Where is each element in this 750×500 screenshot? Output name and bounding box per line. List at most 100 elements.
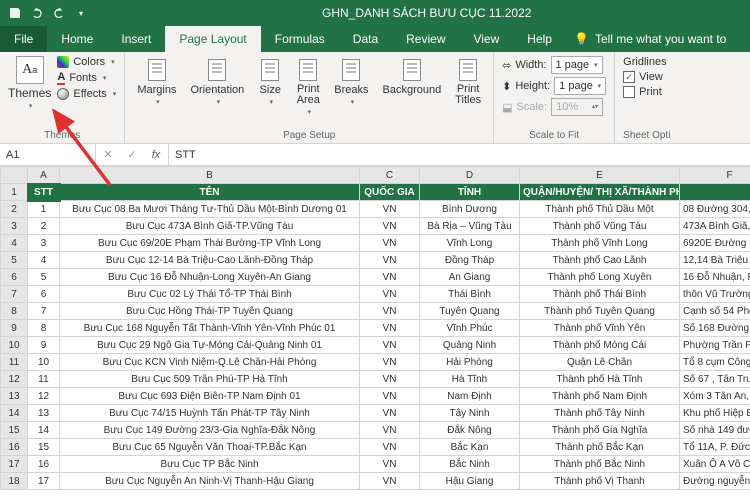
tab-view[interactable]: View <box>460 26 514 52</box>
row-header[interactable]: 6 <box>1 269 28 286</box>
cell[interactable]: Xuân Ô A Võ Cư <box>680 456 750 473</box>
cell[interactable]: Thành phố Long Xuyên <box>520 269 680 286</box>
cell[interactable]: VN <box>360 320 420 337</box>
cell[interactable]: 6920E Đường Ph <box>680 235 750 252</box>
row-header[interactable]: 1 <box>1 184 28 201</box>
cell[interactable]: Thành phố Nam Định <box>520 388 680 405</box>
cell[interactable]: 17 <box>28 473 60 490</box>
undo-icon[interactable] <box>26 2 48 24</box>
cell[interactable]: VN <box>360 286 420 303</box>
cell[interactable]: Bà Rịa – Vũng Tàu <box>420 218 520 235</box>
col-header-c[interactable]: C <box>360 167 420 184</box>
cell[interactable]: Quận Lê Chân <box>520 354 680 371</box>
margins-button[interactable]: Margins▾ <box>133 56 180 108</box>
cell[interactable]: Tổ 8 cụm Công <box>680 354 750 371</box>
cell[interactable]: VN <box>360 337 420 354</box>
redo-icon[interactable] <box>48 2 70 24</box>
cell[interactable]: Bưu Cục 168 Nguyễn Tất Thành-Vĩnh Yên-Vĩ… <box>60 320 360 337</box>
cell[interactable]: 8 <box>28 320 60 337</box>
cell[interactable]: Tây Ninh <box>420 405 520 422</box>
cell[interactable]: Bưu Cục 08 Ba Mươi Tháng Tư-Thủ Dầu Một-… <box>60 201 360 218</box>
cell[interactable]: Bưu Cục 509 Trần Phú-TP Hà Tĩnh <box>60 371 360 388</box>
print-area-button[interactable]: Print Area▾ <box>292 56 324 118</box>
cell[interactable]: 13 <box>28 405 60 422</box>
cell[interactable]: Bưu Cục Nguyễn An Ninh-Vị Thanh-Hậu Gian… <box>60 473 360 490</box>
cell[interactable]: VN <box>360 218 420 235</box>
name-box[interactable]: A1▾ <box>0 144 96 165</box>
fonts-button[interactable]: AFonts▾ <box>57 71 116 85</box>
row-header[interactable]: 14 <box>1 405 28 422</box>
row-header[interactable]: 9 <box>1 320 28 337</box>
cell[interactable]: VN <box>360 388 420 405</box>
cell[interactable]: VN <box>360 405 420 422</box>
row-header[interactable]: 17 <box>1 456 28 473</box>
orientation-button[interactable]: Orientation▾ <box>186 56 248 108</box>
cell[interactable]: Nam Định <box>420 388 520 405</box>
cell[interactable]: TÊN <box>60 184 360 201</box>
width-input[interactable]: 1 page▾ <box>551 56 603 74</box>
save-icon[interactable] <box>4 2 26 24</box>
cell[interactable]: 12,14 Bà Triệu K <box>680 252 750 269</box>
cell[interactable]: Hải Phòng <box>420 354 520 371</box>
cell[interactable]: 15 <box>28 439 60 456</box>
cell[interactable]: Quảng Ninh <box>420 337 520 354</box>
cell[interactable]: Bắc Ninh <box>420 456 520 473</box>
col-header-a[interactable]: A <box>28 167 60 184</box>
row-header[interactable]: 8 <box>1 303 28 320</box>
tab-insert[interactable]: Insert <box>107 26 165 52</box>
cell[interactable]: Bưu Cục KCN Vinh Niệm-Q.Lê Chân-Hải Phòn… <box>60 354 360 371</box>
col-header-b[interactable]: B <box>60 167 360 184</box>
spreadsheet-grid[interactable]: A B C D E F 1 STT TÊN QUỐC GIA TỈNH QUẬN… <box>0 166 750 496</box>
formula-input[interactable]: STT <box>169 144 750 165</box>
cell[interactable]: Số nhà 149 đườ <box>680 422 750 439</box>
select-all-corner[interactable] <box>1 167 28 184</box>
cell[interactable]: VN <box>360 456 420 473</box>
cell[interactable]: 2 <box>28 218 60 235</box>
cell[interactable]: QUẬN/HUYỆN/ THỊ XÃ/THÀNH PHỐ <box>520 184 680 201</box>
cell[interactable]: Thành phố Bắc Kạn <box>520 439 680 456</box>
cell[interactable]: Bình Dương <box>420 201 520 218</box>
cell[interactable]: Thành phố Tuyên Quang <box>520 303 680 320</box>
cell[interactable]: Số 168 Đường N <box>680 320 750 337</box>
cell[interactable]: VN <box>360 269 420 286</box>
cell[interactable]: Bưu Cục 473A Bình Giã-TP.Vũng Tàu <box>60 218 360 235</box>
col-header-d[interactable]: D <box>420 167 520 184</box>
cell[interactable]: 12 <box>28 388 60 405</box>
qat-customize-icon[interactable]: ▾ <box>70 2 92 24</box>
cell[interactable]: Thành phố Vị Thanh <box>520 473 680 490</box>
themes-button[interactable]: Aa Themes▾ <box>8 56 51 110</box>
tab-data[interactable]: Data <box>339 26 392 52</box>
cell[interactable]: Thành phố Móng Cái <box>520 337 680 354</box>
breaks-button[interactable]: Breaks▾ <box>330 56 372 108</box>
cell[interactable]: Bưu Cục 693 Điện Biên-TP Nam Định 01 <box>60 388 360 405</box>
cell[interactable]: Bưu Cục Hồng Thái-TP Tuyên Quang <box>60 303 360 320</box>
tab-help[interactable]: Help <box>513 26 566 52</box>
effects-button[interactable]: Effects▾ <box>57 88 116 100</box>
tell-me-search[interactable]: 💡 Tell me what you want to <box>574 26 726 52</box>
cell[interactable]: TỈNH <box>420 184 520 201</box>
cell[interactable]: QUỐC GIA <box>360 184 420 201</box>
cell[interactable]: VN <box>360 473 420 490</box>
col-header-f[interactable]: F <box>680 167 750 184</box>
cell[interactable]: VN <box>360 439 420 456</box>
cell[interactable]: 08 Đường 304, p <box>680 201 750 218</box>
cell[interactable]: Bưu Cục 69/20E Phạm Thái Bường-TP Vĩnh L… <box>60 235 360 252</box>
cell[interactable] <box>680 184 750 201</box>
cell[interactable]: Bưu Cục 02 Lý Thái Tổ-TP Thái Bình <box>60 286 360 303</box>
cell[interactable]: Bưu Cục 74/15 Huỳnh Tấn Phát-TP Tây Ninh <box>60 405 360 422</box>
cell[interactable]: 10 <box>28 354 60 371</box>
cell[interactable]: Thành phố Vĩnh Long <box>520 235 680 252</box>
row-header[interactable]: 5 <box>1 252 28 269</box>
row-header[interactable]: 7 <box>1 286 28 303</box>
cell[interactable]: 16 <box>28 456 60 473</box>
row-header[interactable]: 2 <box>1 201 28 218</box>
cell[interactable]: 9 <box>28 337 60 354</box>
cell[interactable]: Xóm 3 Tân An, l <box>680 388 750 405</box>
cell[interactable]: Tổ 11A, P. Đức <box>680 439 750 456</box>
tab-home[interactable]: Home <box>47 26 107 52</box>
row-header[interactable]: 4 <box>1 235 28 252</box>
row-header[interactable]: 15 <box>1 422 28 439</box>
gridlines-print-checkbox[interactable]: Print <box>623 86 666 98</box>
cell[interactable]: Vĩnh Long <box>420 235 520 252</box>
cell[interactable]: Đắk Nông <box>420 422 520 439</box>
